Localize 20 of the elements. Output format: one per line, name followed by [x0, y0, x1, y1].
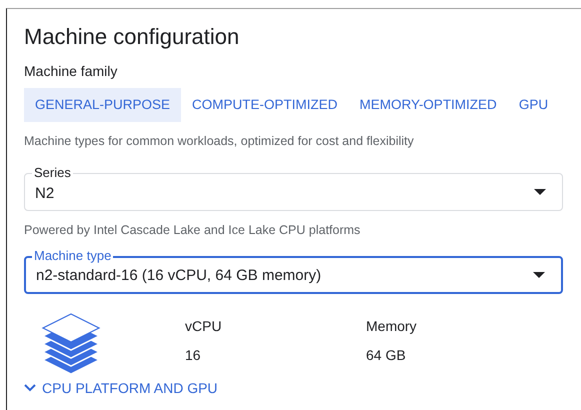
expand-toggle[interactable]: CPU PLATFORM AND GPU: [24, 378, 218, 398]
section-label: Machine family: [24, 62, 118, 81]
spec-name: Memory: [366, 316, 418, 336]
family-tab[interactable]: GENERAL-PURPOSE: [24, 88, 182, 122]
spec-name: vCPU: [185, 316, 223, 336]
field-value: N2: [35, 184, 54, 204]
family-tab[interactable]: GPU: [508, 88, 560, 122]
spec-value: 16: [185, 346, 202, 364]
dropdown-caret-icon: [533, 272, 545, 278]
family-tab[interactable]: COMPUTE-OPTIMIZED: [181, 88, 349, 122]
layers-icon: [41, 312, 101, 374]
field-label: Machine type: [32, 248, 114, 264]
spec-value: 64 GB: [366, 346, 407, 364]
dropdown-caret-icon: [534, 188, 546, 195]
helper-text: Powered by Intel Cascade Lake and Ice Lake CPU platforms: [24, 222, 362, 239]
chevron-icon: [24, 384, 36, 392]
field-value: n2-standard-16 (16 vCPU, 64 GB memory): [36, 266, 322, 286]
page-title: Machine configuration: [24, 23, 240, 51]
description-text: Machine types for common workloads, optimized for cost and flexibility: [24, 133, 415, 150]
family-tab[interactable]: MEMORY-OPTIMIZED: [348, 88, 508, 122]
